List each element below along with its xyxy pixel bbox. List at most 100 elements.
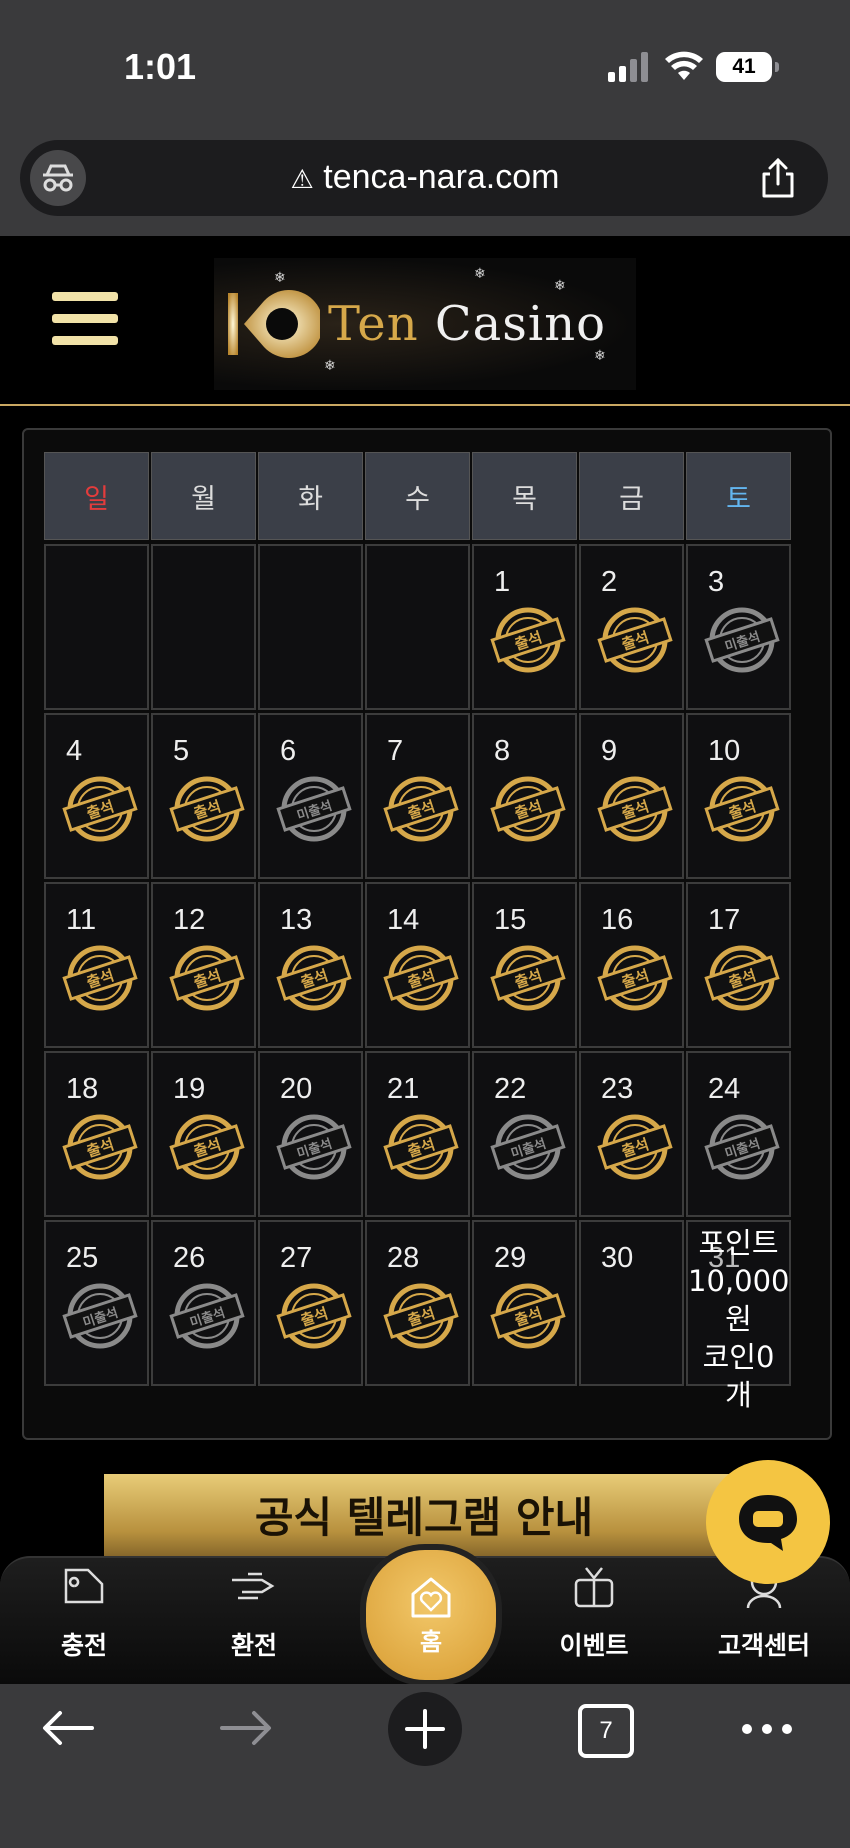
day-number: 23 xyxy=(601,1073,634,1105)
back-arrow-icon[interactable] xyxy=(40,1710,96,1746)
calendar-day-cell[interactable]: 31 포인트 10,000 원 코인0 개 xyxy=(686,1220,791,1412)
calendar-day-cell[interactable]: 5 출석 xyxy=(151,713,256,879)
calendar-week-row: 1 출석 2 출석 3 미출석 xyxy=(44,544,806,710)
cellular-signal-icon xyxy=(608,52,648,82)
warning-icon: ⚠ xyxy=(290,164,314,194)
logo-emblem-icon xyxy=(228,290,320,358)
day-number: 8 xyxy=(494,735,511,767)
calendar-day-cell[interactable]: 18 출석 xyxy=(44,1051,149,1217)
nav-exchange[interactable]: 환전 xyxy=(194,1560,314,1662)
day-number: 30 xyxy=(601,1242,634,1274)
day-number: 25 xyxy=(66,1242,99,1274)
calendar-day-cell[interactable]: 25 미출석 xyxy=(44,1220,149,1386)
calendar-day-cell[interactable]: 30 xyxy=(579,1220,684,1386)
day-number: 21 xyxy=(387,1073,420,1105)
day-number: 17 xyxy=(708,904,741,936)
calendar-day-cell[interactable]: 1 출석 xyxy=(472,544,577,710)
attended-stamp-icon: 출석 xyxy=(597,607,673,673)
calendar-day-cell[interactable]: 4 출석 xyxy=(44,713,149,879)
attended-stamp-icon: 출석 xyxy=(490,1283,566,1349)
calendar-day-cell[interactable]: 14 출석 xyxy=(365,882,470,1048)
calendar-day-cell[interactable]: 13 출석 xyxy=(258,882,363,1048)
day-number: 10 xyxy=(708,735,741,767)
calendar-day-cell[interactable]: 7 출석 xyxy=(365,713,470,879)
absent-stamp-icon: 미출석 xyxy=(276,776,352,842)
calendar-day-cell[interactable]: 8 출석 xyxy=(472,713,577,879)
calendar-day-cell xyxy=(365,544,470,710)
attended-stamp-icon: 출석 xyxy=(704,776,780,842)
calendar-day-cell[interactable]: 24 미출석 xyxy=(686,1051,791,1217)
attended-stamp-icon: 출석 xyxy=(62,945,138,1011)
attended-stamp-icon: 출석 xyxy=(62,776,138,842)
calendar-day-cell[interactable]: 19 출석 xyxy=(151,1051,256,1217)
attended-stamp-icon: 출석 xyxy=(597,1114,673,1180)
forward-arrow-icon[interactable] xyxy=(218,1710,274,1746)
calendar-day-cell[interactable]: 10 출석 xyxy=(686,713,791,879)
calendar-day-cell[interactable]: 2 출석 xyxy=(579,544,684,710)
nav-event[interactable]: 이벤트 xyxy=(534,1560,654,1662)
menu-icon[interactable] xyxy=(52,292,118,358)
attended-stamp-icon: 출석 xyxy=(704,945,780,1011)
calendar-day-cell[interactable]: 27 출석 xyxy=(258,1220,363,1386)
calendar-day-cell xyxy=(44,544,149,710)
attended-stamp-icon: 출석 xyxy=(383,776,459,842)
calendar-day-cell[interactable]: 26 미출석 xyxy=(151,1220,256,1386)
snowflake-icon: ❄ xyxy=(594,348,606,364)
calendar-day-cell[interactable]: 9 출석 xyxy=(579,713,684,879)
calendar-day-cell[interactable]: 6 미출석 xyxy=(258,713,363,879)
weekday-sat: 토 xyxy=(686,452,791,540)
calendar-week-row: 18 출석 19 출석 20 미출석 21 출석 22 미출석 23 출석 24 미출석 xyxy=(44,1051,806,1217)
points-summary-line: 원 xyxy=(725,1302,752,1336)
day-number: 2 xyxy=(601,566,618,598)
share-icon[interactable] xyxy=(758,156,798,200)
tab-switcher-button[interactable]: 7 xyxy=(578,1704,634,1758)
chat-button[interactable] xyxy=(706,1460,830,1584)
day-number: 12 xyxy=(173,904,206,936)
gift-icon xyxy=(574,1567,614,1608)
calendar-day-cell[interactable]: 11 출석 xyxy=(44,882,149,1048)
day-number: 16 xyxy=(601,904,634,936)
absent-stamp-icon: 미출석 xyxy=(704,1114,780,1180)
day-number: 6 xyxy=(280,735,297,767)
absent-stamp-icon: 미출석 xyxy=(169,1283,245,1349)
day-number: 24 xyxy=(708,1073,741,1105)
day-number: 3 xyxy=(708,566,725,598)
nav-event-label: 이벤트 xyxy=(559,1631,629,1660)
day-number: 29 xyxy=(494,1242,527,1274)
weekday-wed: 수 xyxy=(365,452,470,540)
nav-charge[interactable]: 충전 xyxy=(24,1560,144,1662)
chat-bubble-icon xyxy=(739,1495,797,1551)
day-number: 15 xyxy=(494,904,527,936)
url-text[interactable]: ⚠ tenca-nara.com xyxy=(0,158,850,197)
calendar-day-cell xyxy=(258,544,363,710)
site-logo[interactable]: Ten Casino ❄ ❄ ❄ ❄ ❄ xyxy=(214,258,636,390)
charge-icon xyxy=(64,1568,104,1604)
new-tab-button[interactable] xyxy=(388,1692,462,1766)
calendar-day-cell[interactable]: 16 출석 xyxy=(579,882,684,1048)
attended-stamp-icon: 출석 xyxy=(383,1114,459,1180)
attended-stamp-icon: 출석 xyxy=(276,1283,352,1349)
attended-stamp-icon: 출석 xyxy=(490,776,566,842)
attended-stamp-icon: 출석 xyxy=(383,945,459,1011)
absent-stamp-icon: 미출석 xyxy=(276,1114,352,1180)
weekday-fri: 금 xyxy=(579,452,684,540)
calendar-day-cell[interactable]: 3 미출석 xyxy=(686,544,791,710)
nav-home-label: 홈 xyxy=(419,1627,443,1656)
calendar-day-cell[interactable]: 23 출석 xyxy=(579,1051,684,1217)
calendar-day-cell xyxy=(151,544,256,710)
calendar-day-cell[interactable]: 28 출석 xyxy=(365,1220,470,1386)
wifi-icon xyxy=(665,51,703,80)
calendar-week-row: 25 미출석 26 미출석 27 출석 28 출석 29 출석 30 31 포인트 10,000 원 코인0 개 xyxy=(44,1220,806,1412)
calendar-day-cell[interactable]: 12 출석 xyxy=(151,882,256,1048)
more-options-icon[interactable] xyxy=(740,1722,794,1736)
calendar-day-cell[interactable]: 17 출석 xyxy=(686,882,791,1048)
calendar-day-cell[interactable]: 21 출석 xyxy=(365,1051,470,1217)
calendar-day-cell[interactable]: 20 미출석 xyxy=(258,1051,363,1217)
attended-stamp-icon: 출석 xyxy=(169,776,245,842)
calendar-day-cell[interactable]: 15 출석 xyxy=(472,882,577,1048)
nav-home[interactable]: 홈 xyxy=(360,1544,502,1686)
calendar-day-cell[interactable]: 29 출석 xyxy=(472,1220,577,1386)
calendar-week-row: 4 출석 5 출석 6 미출석 7 출석 8 출석 9 출석 10 출석 xyxy=(44,713,806,879)
attended-stamp-icon: 출석 xyxy=(383,1283,459,1349)
calendar-day-cell[interactable]: 22 미출석 xyxy=(472,1051,577,1217)
